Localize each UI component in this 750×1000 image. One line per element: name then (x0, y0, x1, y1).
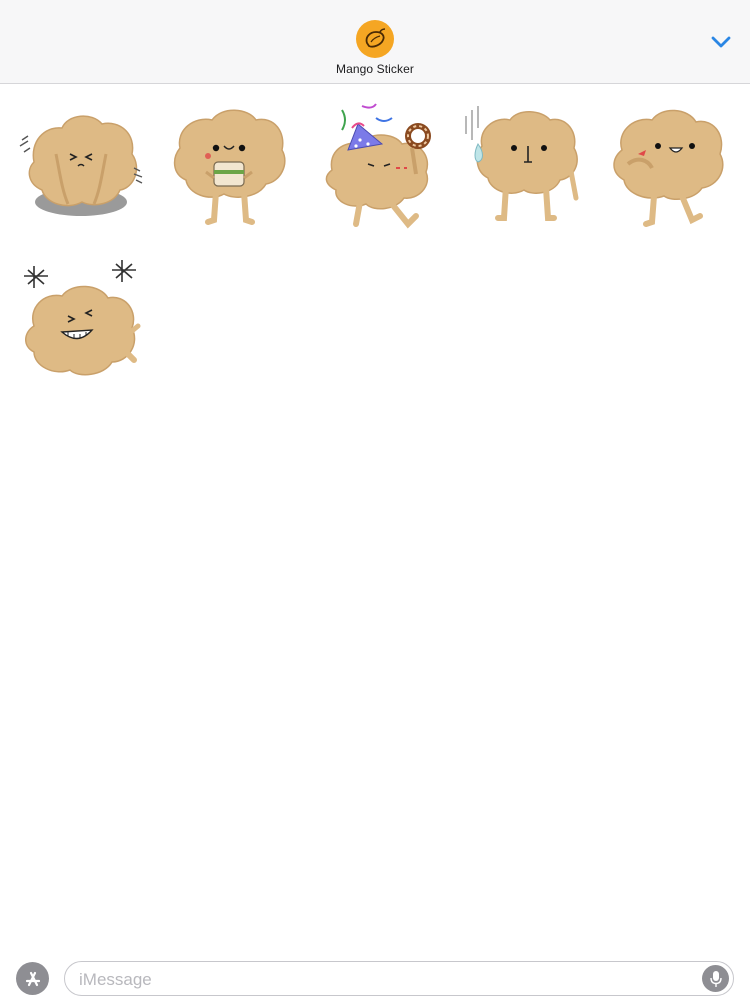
chevron-down-icon[interactable] (706, 30, 736, 54)
sticker-grid (0, 84, 750, 954)
sticker-shy-on-cushion[interactable] (16, 104, 146, 244)
sticker-eating-sandwich[interactable] (164, 104, 294, 244)
microphone-icon[interactable] (702, 965, 729, 992)
message-input-bar: iMessage (0, 954, 750, 1000)
imessage-text-field[interactable]: iMessage (64, 961, 734, 996)
sticker-nervous-sweat[interactable] (462, 106, 592, 246)
message-placeholder: iMessage (79, 970, 152, 989)
app-name-label: Mango Sticker (336, 62, 414, 76)
sticker-thumbs-up-chat[interactable] (602, 104, 732, 244)
sticker-party-donut[interactable] (312, 100, 442, 240)
mango-icon[interactable] (356, 20, 394, 58)
sticker-laughing-rolling[interactable] (16, 256, 146, 396)
app-header: Mango Sticker (0, 0, 750, 84)
app-store-icon[interactable] (16, 962, 49, 995)
